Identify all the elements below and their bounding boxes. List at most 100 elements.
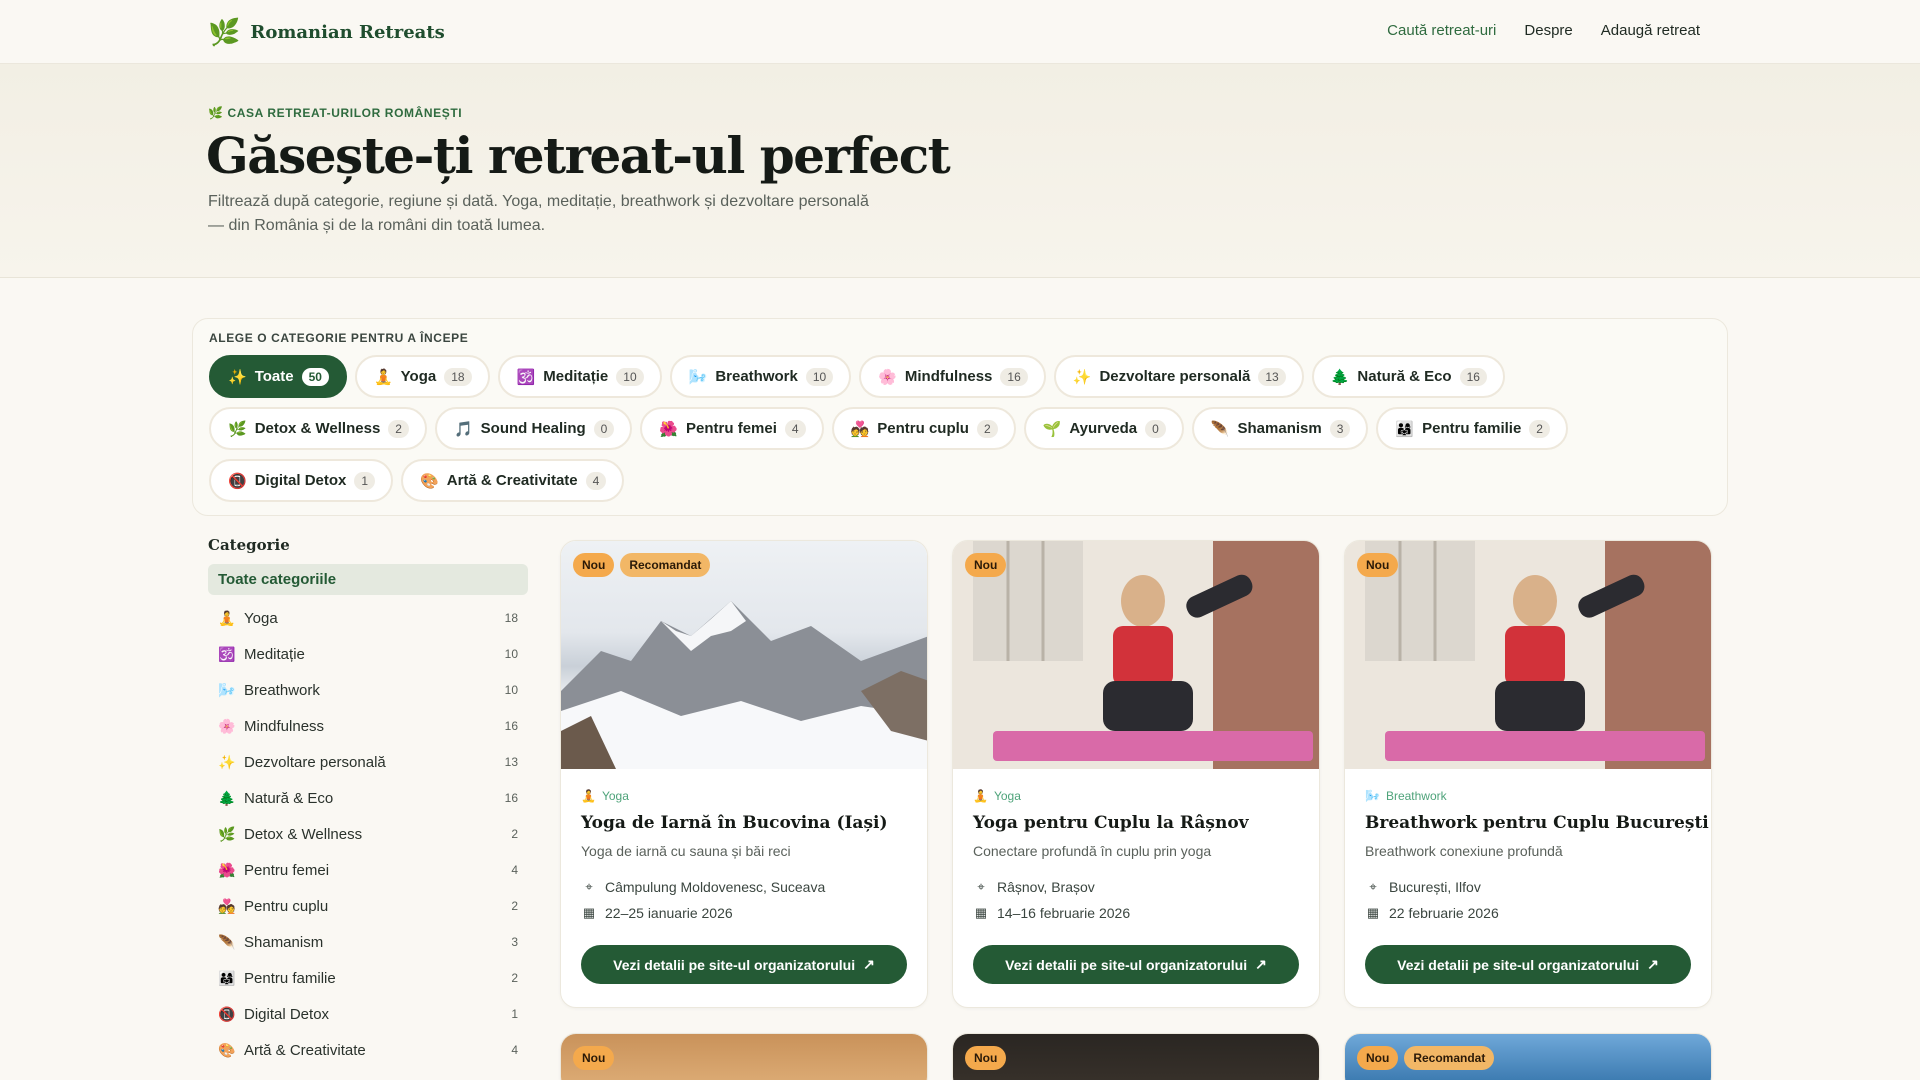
card-dates: ▦ 22–25 ianuarie 2026 <box>582 905 733 921</box>
sidebar-item[interactable]: 💑 Pentru cuplu 2 <box>208 888 528 924</box>
category-chip[interactable]: 🎨 Artă & Creativitate 4 <box>401 459 625 502</box>
retreat-card[interactable]: Nou 🧘 Yoga Yoga pentru Cuplu la Râșnov Co… <box>952 540 1320 1008</box>
category-chip-label: Pentru cuplu <box>877 420 969 437</box>
category-chip[interactable]: ✨ Dezvoltare personală 13 <box>1053 355 1304 398</box>
card-badges: Nou <box>1357 553 1399 577</box>
sidebar-item-count: 2 <box>511 971 518 985</box>
category-icon: ✨ <box>218 753 236 770</box>
category-chip-label: Toate <box>254 368 294 385</box>
category-chip[interactable]: 🌱 Ayurveda 0 <box>1023 407 1184 450</box>
category-chip[interactable]: 🌿 Detox & Wellness 2 <box>209 407 427 450</box>
retreat-card[interactable]: Nou Recomandat 🧘 Yoga Yoga de Iarnă în Buc… <box>560 540 928 1008</box>
category-chip[interactable]: 🧘 Yoga 18 <box>354 355 490 398</box>
sidebar-item[interactable]: 📵 Digital Detox 1 <box>208 996 528 1032</box>
sidebar-item[interactable]: 🌸 Mindfulness 16 <box>208 708 528 744</box>
category-icon: 🌸 <box>218 717 236 734</box>
sidebar-item-label: Meditație <box>244 645 305 663</box>
new-badge: Nou <box>573 1046 615 1070</box>
card-location: ⌖ Râșnov, Brașov <box>973 875 1301 899</box>
category-chip-label: Yoga <box>400 368 437 385</box>
sidebar-item-label: Artă & Creativitate <box>244 1041 366 1059</box>
calendar-icon: ▦ <box>1366 905 1380 920</box>
category-chip[interactable]: 🎵 Sound Healing 0 <box>434 407 633 450</box>
category-chip[interactable]: 🌺 Pentru femei 4 <box>640 407 824 450</box>
yoga-icon: 🧘 <box>581 789 596 803</box>
category-chip[interactable]: 💑 Pentru cuplu 2 <box>831 407 1016 450</box>
sidebar-item[interactable]: 🌬️ Breathwork 10 <box>208 672 528 708</box>
sidebar-item[interactable]: 🌺 Pentru femei 4 <box>208 852 528 888</box>
category-chip[interactable]: 🌲 Natură & Eco 16 <box>1311 355 1505 398</box>
page-title: Găsește-ți retreat-ul perfect <box>206 126 951 185</box>
category-chip[interactable]: 🌸 Mindfulness 16 <box>859 355 1046 398</box>
sidebar-item[interactable]: ✨ Dezvoltare personală 13 <box>208 744 528 780</box>
category-chip-label: Shamanism <box>1237 420 1322 437</box>
category-icon: 🧘 <box>218 609 236 626</box>
category-chip[interactable]: 🕉️ Meditație 10 <box>497 355 662 398</box>
leaf-icon: 🌿 <box>208 17 241 47</box>
sidebar-item[interactable]: 🕉️ Meditație 10 <box>208 636 528 672</box>
category-chip[interactable]: 📵 Digital Detox 1 <box>209 459 394 502</box>
category-chip-label: Pentru femei <box>686 420 777 437</box>
category-chip-label: Breathwork <box>715 368 798 385</box>
retreat-card[interactable]: Nou <box>952 1033 1320 1080</box>
featured-badge: Recomandat <box>620 553 711 577</box>
category-chip-count: 13 <box>1258 367 1286 386</box>
nav-add-retreat[interactable]: Adaugă retreat <box>1601 22 1700 39</box>
retreat-image: Nou <box>953 1034 1319 1080</box>
category-icon: 👨‍👩‍👧 <box>1395 420 1415 438</box>
sidebar-item-count: 1 <box>511 1007 518 1021</box>
sidebar-item[interactable]: 🧘 Yoga 18 <box>208 600 528 636</box>
card-title: Breathwork pentru Cuplu București <box>1365 813 1709 833</box>
category-icon: 🎨 <box>420 472 439 490</box>
sidebar-item-label: Natură & Eco <box>244 789 334 807</box>
sidebar-item[interactable]: 🌿 Detox & Wellness 2 <box>208 816 528 852</box>
category-chip-count: 16 <box>1459 367 1487 386</box>
category-icon: 💑 <box>218 897 236 914</box>
organizer-site-button[interactable]: Vezi detalii pe site-ul organizatorului ↗ <box>581 945 907 984</box>
card-category: 🧘 Yoga <box>581 789 629 803</box>
category-icon: 🌿 <box>218 825 236 842</box>
card-description: Conectare profundă în cuplu prin yoga <box>973 843 1212 859</box>
sidebar-item-label: Digital Detox <box>244 1005 330 1023</box>
sidebar-item[interactable]: 🌲 Natură & Eco 16 <box>208 780 528 816</box>
category-chip[interactable]: 👨‍👩‍👧 Pentru familie 2 <box>1376 407 1568 450</box>
category-chip-label: Meditație <box>543 368 609 385</box>
card-location: ⌖ Câmpulung Moldovenesc, Suceava <box>581 875 909 899</box>
brand-name: Romanian Retreats <box>250 21 445 43</box>
category-icon: 🌱 <box>1042 420 1062 438</box>
brand-logo-link[interactable]: 🌿 Romanian Retreats <box>208 18 445 46</box>
nav-about[interactable]: Despre <box>1524 22 1572 39</box>
retreat-card[interactable]: Nou <box>560 1033 928 1080</box>
category-chip[interactable]: 🪶 Shamanism 3 <box>1191 407 1369 450</box>
featured-badge: Recomandat <box>1404 1046 1495 1070</box>
category-chip-label: Pentru familie <box>1422 420 1522 437</box>
sidebar-item-all-categories[interactable]: Toate categoriile <box>208 564 528 595</box>
category-chip[interactable]: 🌬️ Breathwork 10 <box>669 355 852 398</box>
category-chip[interactable]: ✨ Toate 50 <box>209 355 347 398</box>
sidebar-item-count: 10 <box>504 683 518 697</box>
category-chip-list: ✨ Toate 50 🧘 Yoga 18 🕉️ Meditație 10 🌬️ Breathwork… <box>209 355 1709 502</box>
category-chip-label: Ayurveda <box>1069 420 1138 437</box>
sidebar-item[interactable]: 🎨 Artă & Creativitate 4 <box>208 1032 528 1068</box>
sidebar-item-label: Pentru cuplu <box>244 897 329 915</box>
retreat-card[interactable]: Nou 🌬️ Breathwork Breathwork pentru Cuplu… <box>1344 540 1712 1008</box>
category-icon: 🌺 <box>659 420 679 438</box>
category-chip-count: 4 <box>784 419 806 438</box>
hero-subtitle: Filtrează după categorie, regiune și dat… <box>208 193 869 234</box>
sidebar-item[interactable]: 👨‍👩‍👧 Pentru familie 2 <box>208 960 528 996</box>
organizer-site-button[interactable]: Vezi detalii pe site-ul organizatorului ↗ <box>973 945 1299 984</box>
category-chip-count: 0 <box>593 419 615 438</box>
organizer-site-button[interactable]: Vezi detalii pe site-ul organizatorului ↗ <box>1365 945 1691 984</box>
retreat-card[interactable]: Nou Recomandat <box>1344 1033 1712 1080</box>
category-icon: 🌸 <box>878 368 897 386</box>
card-category: 🧘 Yoga <box>973 789 1021 803</box>
top-navigation-bar: 🌿 Romanian Retreats Caută retreat-uri De… <box>0 0 1920 64</box>
nav-search-retreats[interactable]: Caută retreat-uri <box>1387 22 1496 39</box>
sidebar-item-count: 18 <box>504 611 518 625</box>
sidebar-item-label: Yoga <box>244 609 278 627</box>
sidebar-item-list: 🧘 Yoga 18 🕉️ Meditație 10 🌬️ Breathwork 10 🌸 Mindf… <box>208 600 528 1068</box>
sidebar-item-count: 16 <box>504 791 518 805</box>
new-badge: Nou <box>1357 1046 1399 1070</box>
category-icon: 🌬️ <box>688 368 708 386</box>
sidebar-item[interactable]: 🪶 Shamanism 3 <box>208 924 528 960</box>
